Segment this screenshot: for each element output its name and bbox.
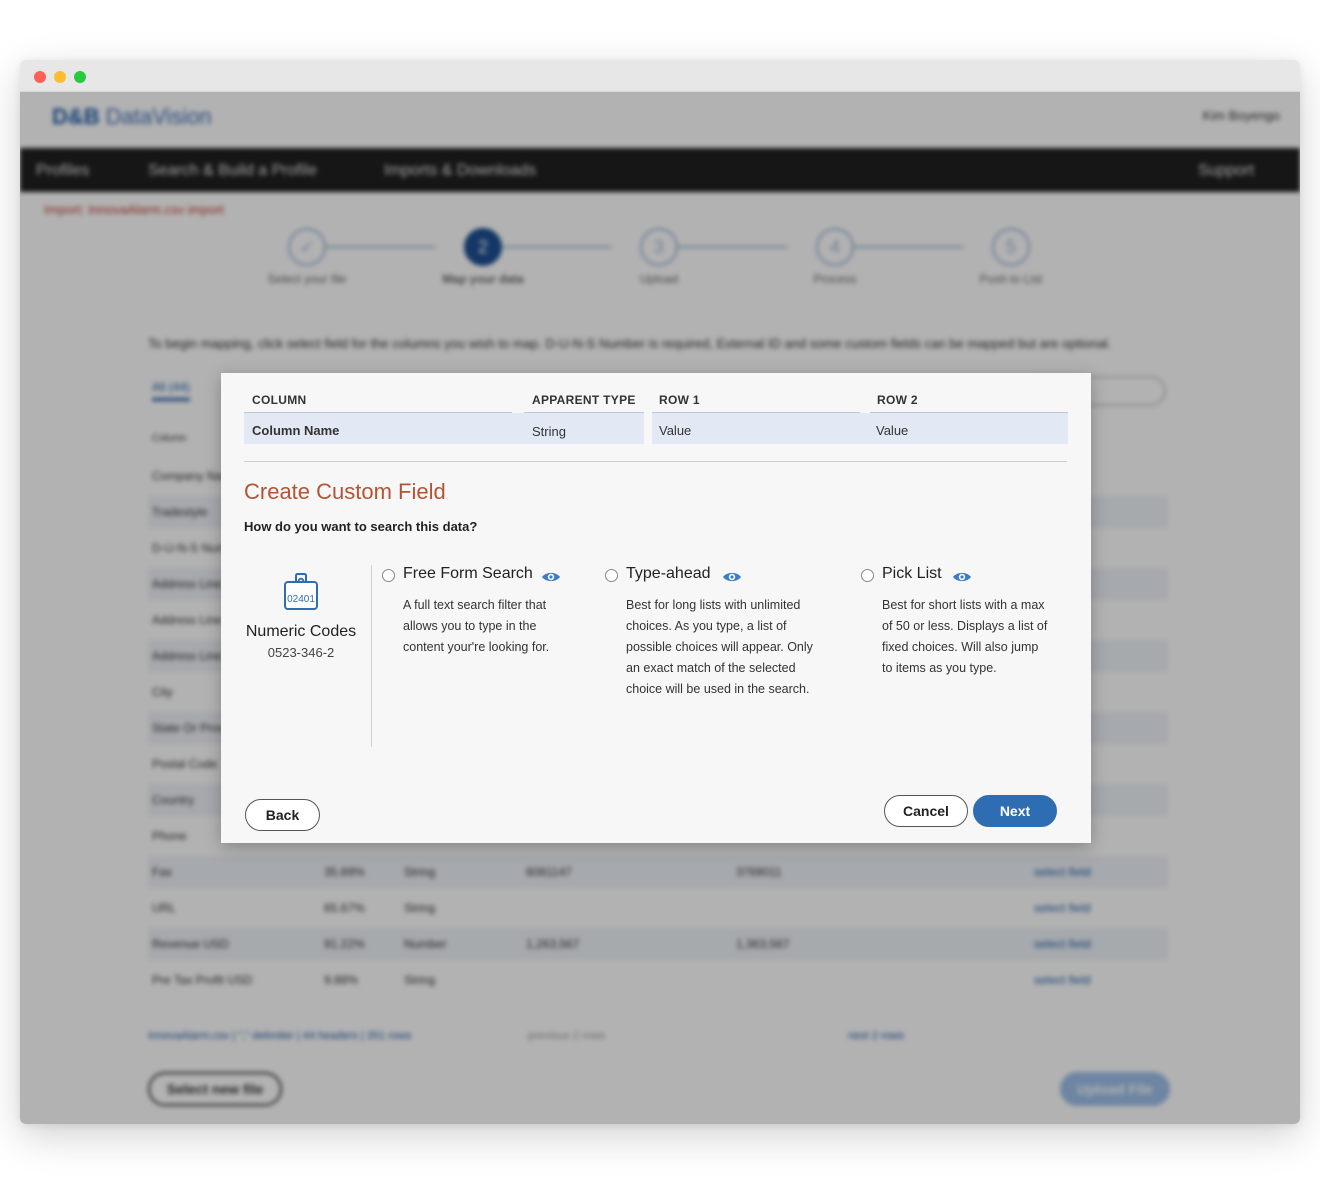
header-row2: ROW 2 bbox=[877, 393, 918, 407]
minimize-window-button[interactable] bbox=[54, 71, 66, 83]
cancel-button[interactable]: Cancel bbox=[884, 795, 968, 827]
eye-icon[interactable] bbox=[541, 570, 561, 582]
cell-column-name: Column Name bbox=[252, 423, 340, 438]
field-sample-value: 0523-346-2 bbox=[267, 645, 335, 660]
pick-list-radio[interactable] bbox=[861, 569, 874, 582]
next-button[interactable]: Next bbox=[973, 795, 1057, 827]
modal-title: Create Custom Field bbox=[244, 479, 446, 504]
header-apparent-type: APPARENT TYPE bbox=[532, 393, 636, 407]
desc-line: to items as you type. bbox=[882, 661, 997, 675]
free-form-title[interactable]: Free Form Search bbox=[403, 565, 533, 583]
back-button[interactable]: Back bbox=[245, 799, 320, 831]
cell-row2: Value bbox=[876, 423, 909, 438]
pick-list-description: Best for short lists with a max of 50 or… bbox=[882, 595, 1071, 679]
eye-icon[interactable] bbox=[722, 570, 742, 582]
zoom-window-button[interactable] bbox=[74, 71, 86, 83]
window-titlebar bbox=[20, 60, 1300, 92]
desc-line: A full text search filter that bbox=[403, 598, 547, 612]
desc-line: of 50 or less. Displays a list of bbox=[882, 619, 1048, 633]
header-row1: ROW 1 bbox=[659, 393, 700, 407]
type-ahead-radio[interactable] bbox=[605, 569, 618, 582]
pick-list-title[interactable]: Pick List bbox=[882, 565, 942, 583]
vertical-divider bbox=[371, 565, 372, 747]
cell-apparent-type: String bbox=[532, 424, 566, 439]
search-question: How do you want to search this data? bbox=[244, 519, 478, 534]
close-window-button[interactable] bbox=[34, 71, 46, 83]
field-preview: 02401 Numeric Codes 0523-346-2 bbox=[244, 573, 358, 660]
type-ahead-description: Best for long lists with unlimited choic… bbox=[626, 595, 835, 700]
row-highlight bbox=[652, 413, 1068, 444]
column-preview-table: COLUMN APPARENT TYPE ROW 1 ROW 2 Column … bbox=[244, 391, 1068, 445]
desc-line: Best for short lists with a max bbox=[882, 598, 1045, 612]
option-free-form-search[interactable]: Free Form Search A full text search filt… bbox=[382, 565, 582, 658]
cell-row1: Value bbox=[659, 423, 692, 438]
desc-line: Best for long lists with unlimited bbox=[626, 598, 801, 612]
header-column: COLUMN bbox=[252, 393, 307, 407]
desc-line: choice will be used in the search. bbox=[626, 682, 810, 696]
option-pick-list[interactable]: Pick List Best for short lists with a ma… bbox=[861, 565, 1071, 679]
type-ahead-title[interactable]: Type-ahead bbox=[626, 565, 711, 583]
free-form-description: A full text search filter that allows yo… bbox=[403, 595, 582, 658]
numeric-code-icon: 02401 bbox=[283, 573, 319, 613]
desc-line: content your're looking for. bbox=[403, 640, 550, 654]
eye-icon[interactable] bbox=[952, 570, 972, 582]
desc-line: an exact match of the selected bbox=[626, 661, 796, 675]
option-type-ahead[interactable]: Type-ahead Best for long lists with unli… bbox=[605, 565, 835, 700]
create-custom-field-modal: COLUMN APPARENT TYPE ROW 1 ROW 2 Column … bbox=[221, 373, 1091, 843]
free-form-radio[interactable] bbox=[382, 569, 395, 582]
field-type-name: Numeric Codes bbox=[245, 623, 357, 640]
section-divider bbox=[244, 461, 1067, 462]
desc-line: possible choices will appear. Only bbox=[626, 640, 813, 654]
icon-code-text: 02401 bbox=[287, 594, 315, 605]
desc-line: choices. As you type, a list of bbox=[626, 619, 787, 633]
desc-line: allows you to type in the bbox=[403, 619, 537, 633]
desc-line: fixed choices. Will also jump bbox=[882, 640, 1039, 654]
